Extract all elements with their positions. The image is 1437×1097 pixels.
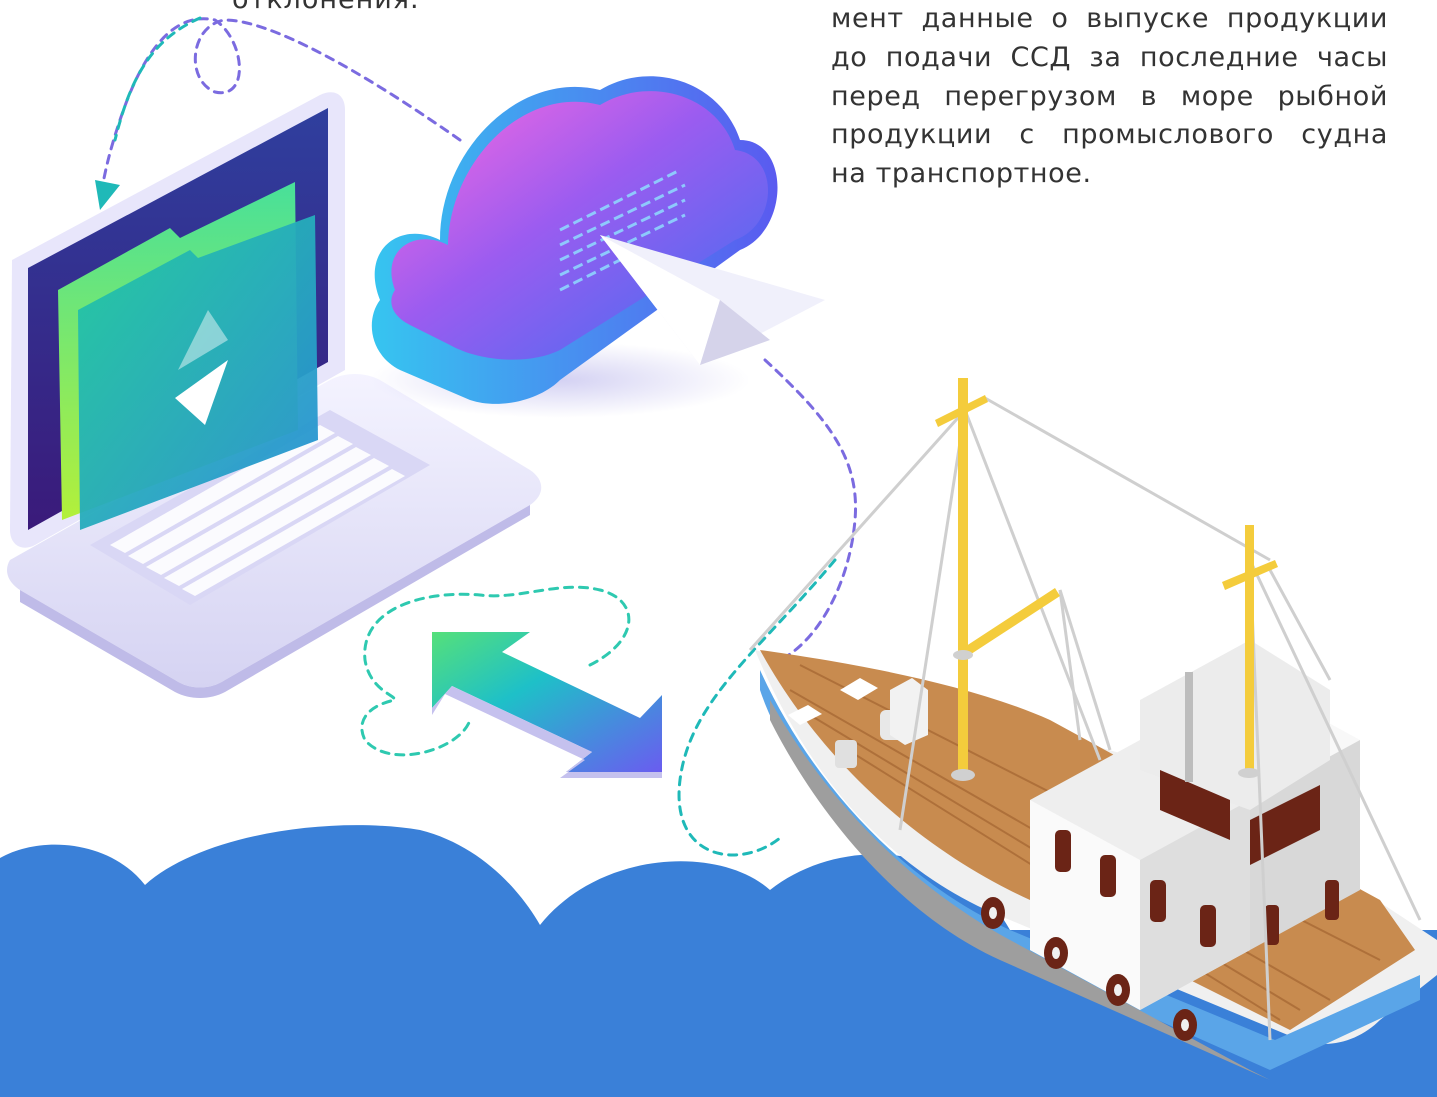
connector-top-tail: [113, 16, 202, 142]
connector-right: [763, 358, 858, 662]
double-arrow-icon: [432, 632, 662, 778]
cloud-icon: [370, 76, 778, 418]
illustration-canvas: отклонения. мент данные о выпуске продук…: [0, 0, 1437, 1097]
artwork: [0, 16, 1437, 1097]
